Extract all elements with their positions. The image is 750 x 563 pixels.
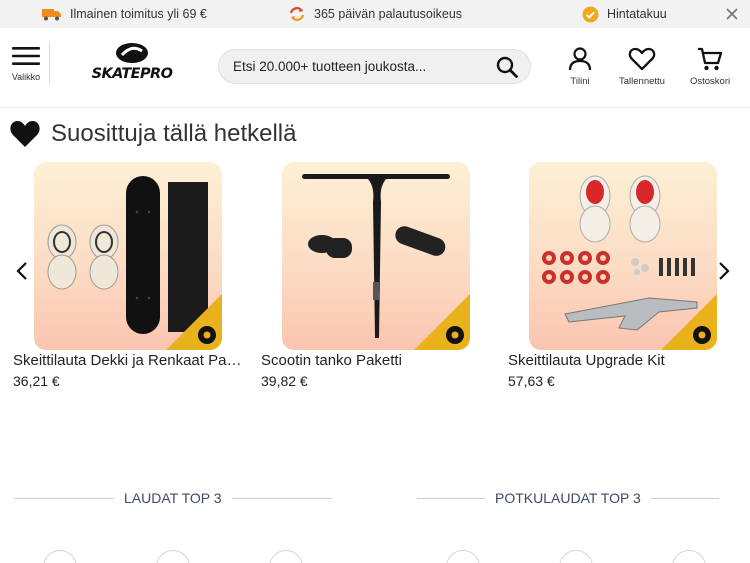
gold-badge-icon bbox=[414, 294, 470, 350]
menu-button[interactable]: Valikko bbox=[8, 46, 44, 94]
account-label: Tilini bbox=[570, 76, 590, 87]
rank-circle bbox=[559, 550, 593, 563]
rank-circle bbox=[156, 550, 190, 563]
truck-icon bbox=[42, 7, 62, 21]
logo-mark-icon bbox=[116, 43, 148, 63]
chevron-right-icon bbox=[719, 262, 730, 280]
close-topbar-button[interactable] bbox=[722, 4, 742, 24]
divider-line bbox=[650, 497, 719, 499]
menu-label: Valikko bbox=[11, 72, 41, 82]
rank-circle bbox=[446, 550, 480, 563]
logo-wordmark: SKATEPRO bbox=[91, 66, 173, 82]
product-price: 57,63 € bbox=[508, 373, 555, 389]
product-name[interactable]: Skeittilauta Upgrade Kit bbox=[508, 352, 740, 369]
price-guarantee-notice: Hintatakuu bbox=[582, 0, 667, 28]
search-input[interactable] bbox=[233, 50, 483, 83]
search-bar bbox=[218, 49, 531, 84]
rank-circle bbox=[43, 550, 77, 563]
close-icon bbox=[726, 8, 738, 20]
account-button[interactable]: Tilini bbox=[567, 46, 593, 87]
trending-section-header: Suosittuja tällä hetkellä bbox=[9, 118, 296, 150]
product-price: 39,82 € bbox=[261, 373, 308, 389]
product-price: 36,21 € bbox=[13, 373, 60, 389]
divider-line bbox=[14, 497, 114, 499]
product-image bbox=[34, 162, 222, 350]
saved-label: Tallennettu bbox=[619, 76, 665, 87]
heart-filled-icon bbox=[10, 121, 40, 147]
rank-circle bbox=[672, 550, 706, 563]
scooters-top3-title: POTKULAUDAT TOP 3 bbox=[495, 490, 641, 506]
chevron-left-icon bbox=[16, 262, 27, 280]
return-policy-notice: 365 päivän palautusoikeus bbox=[288, 0, 462, 28]
product-name[interactable]: Skeittilauta Dekki ja Renkaat Paketti bbox=[13, 352, 245, 369]
scooters-top3-header: POTKULAUDAT TOP 3 bbox=[417, 488, 719, 508]
return-arrows-icon bbox=[288, 6, 306, 22]
gold-badge-icon bbox=[661, 294, 717, 350]
search-icon bbox=[496, 56, 518, 78]
carousel-prev-button[interactable] bbox=[11, 260, 33, 282]
site-header: Valikko SKATEPRO Tilini Tallennettu Osto… bbox=[0, 28, 750, 108]
top-info-bar: Ilmainen toimitus yli 69 € 365 päivän pa… bbox=[0, 0, 750, 28]
search-button[interactable] bbox=[494, 55, 520, 79]
gold-badge-icon bbox=[166, 294, 222, 350]
section-title: Suosittuja tällä hetkellä bbox=[51, 120, 297, 147]
product-image bbox=[529, 162, 717, 350]
check-badge-icon bbox=[582, 6, 599, 23]
user-icon bbox=[568, 47, 592, 71]
product-image bbox=[282, 162, 470, 350]
divider-line bbox=[231, 497, 332, 499]
product-name[interactable]: Scootin tanko Paketti bbox=[261, 352, 493, 369]
boards-top3-title: LAUDAT TOP 3 bbox=[124, 490, 222, 506]
header-divider bbox=[49, 42, 50, 84]
free-shipping-notice: Ilmainen toimitus yli 69 € bbox=[42, 0, 207, 28]
divider-line bbox=[417, 497, 485, 499]
cart-label: Ostoskori bbox=[690, 76, 731, 87]
cart-button[interactable]: Ostoskori bbox=[690, 46, 730, 87]
return-policy-text: 365 päivän palautusoikeus bbox=[314, 7, 463, 21]
saved-button[interactable]: Tallennettu bbox=[619, 46, 665, 87]
cart-icon bbox=[698, 47, 723, 71]
hamburger-icon bbox=[12, 47, 40, 65]
boards-top3-header: LAUDAT TOP 3 bbox=[14, 488, 332, 508]
rank-circle bbox=[269, 550, 303, 563]
heart-icon bbox=[628, 47, 656, 71]
free-shipping-text: Ilmainen toimitus yli 69 € bbox=[70, 7, 207, 21]
price-guarantee-text: Hintatakuu bbox=[607, 7, 667, 21]
skatepro-logo[interactable]: SKATEPRO bbox=[88, 42, 176, 88]
